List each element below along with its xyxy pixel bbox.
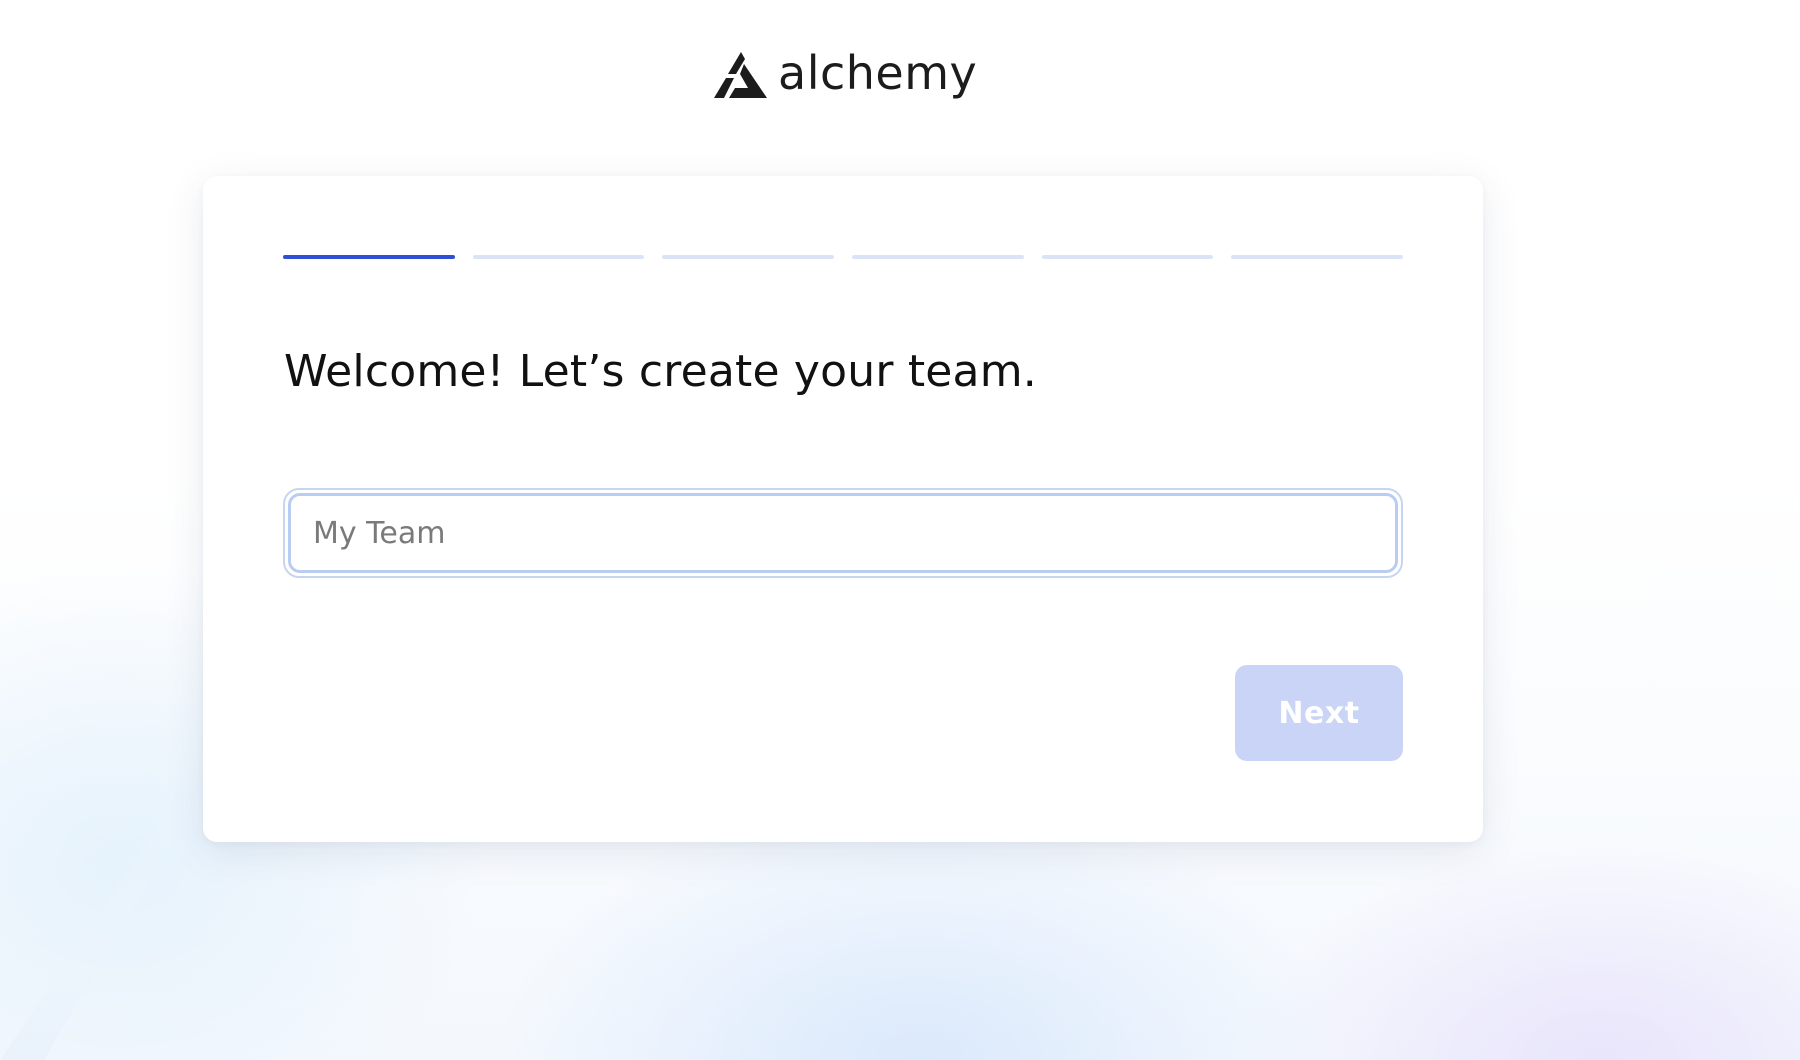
- alchemy-logo-icon: [714, 52, 767, 98]
- progress-step-3: [662, 255, 835, 259]
- create-team-card: Welcome! Let’s create your team. Next: [203, 176, 1483, 842]
- progress-step-6: [1231, 255, 1404, 259]
- progress-step-5: [1041, 255, 1214, 259]
- brand-logo: alchemy: [714, 50, 977, 100]
- next-button[interactable]: Next: [1235, 665, 1403, 761]
- team-name-field-wrapper: [283, 488, 1403, 578]
- brand-name: alchemy: [778, 46, 978, 100]
- step-progress-indicator: [283, 255, 1404, 259]
- page-title: Welcome! Let’s create your team.: [284, 346, 1037, 397]
- progress-step-4: [852, 255, 1024, 259]
- team-name-input[interactable]: [288, 493, 1398, 573]
- progress-step-2: [472, 255, 645, 259]
- progress-step-1: [283, 255, 455, 259]
